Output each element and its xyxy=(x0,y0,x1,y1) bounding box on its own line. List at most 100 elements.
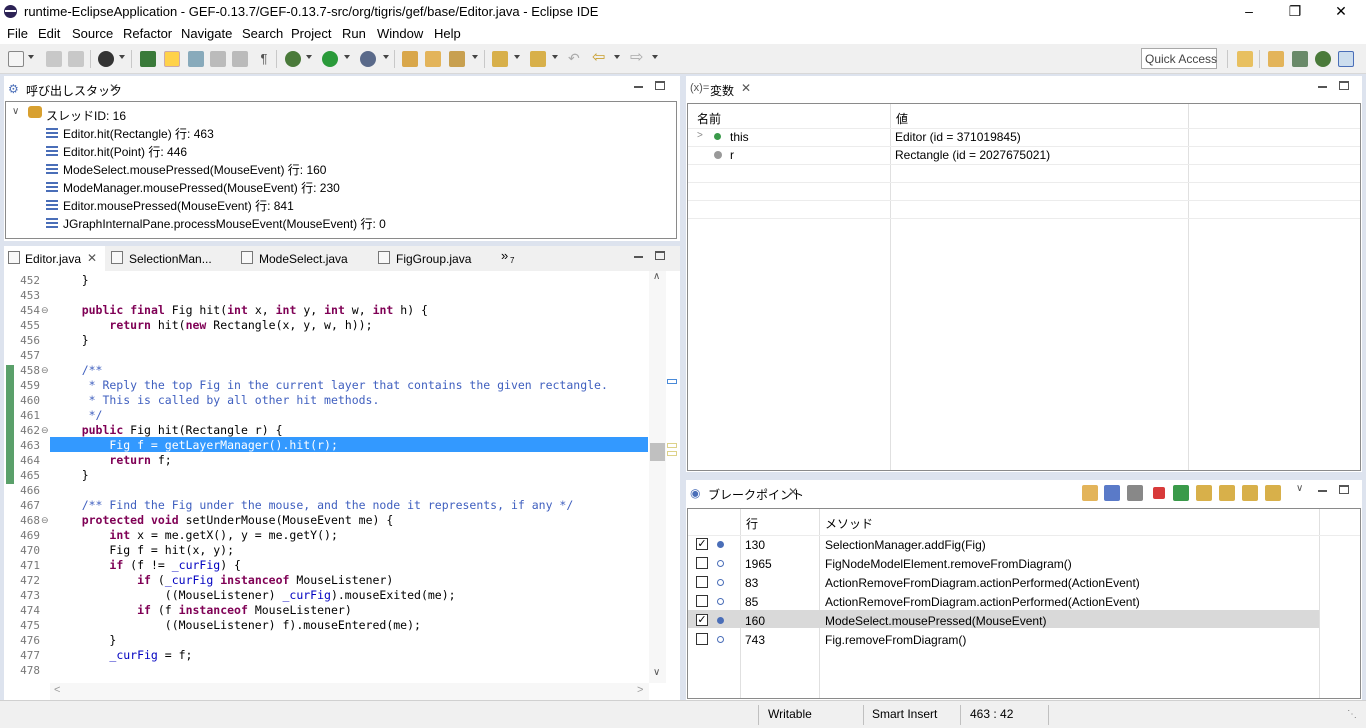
skip-breakpoints-icon[interactable] xyxy=(140,51,156,67)
drop-to-frame-icon[interactable] xyxy=(1265,485,1281,501)
code-line[interactable]: public final Fig hit(int x, int y, int w… xyxy=(54,303,428,318)
stack-frame[interactable]: Editor.mousePressed(MouseEvent) 行: 841 xyxy=(46,197,446,215)
breakpoint-row[interactable]: ✓ 160 ModeSelect.mousePressed(MouseEvent… xyxy=(688,611,1320,630)
highlight-icon[interactable] xyxy=(164,51,180,67)
code-line[interactable]: /** Find the Fig under the mouse, and th… xyxy=(54,498,574,513)
external-tools-dropdown-icon[interactable] xyxy=(383,55,389,59)
toggle-mark-icon[interactable] xyxy=(188,51,204,67)
close-icon[interactable]: ✕ xyxy=(741,81,751,95)
code-line[interactable]: Fig f = hit(x, y); xyxy=(54,543,234,558)
debug-perspective-icon[interactable] xyxy=(1315,51,1331,67)
block-select-icon[interactable] xyxy=(210,51,226,67)
breakpoint-checkbox[interactable] xyxy=(696,595,708,607)
tab-figgroup[interactable]: FigGroup.java xyxy=(374,246,494,271)
search-dropdown-icon[interactable] xyxy=(472,55,478,59)
forward-icon[interactable]: ⇨ xyxy=(630,50,646,67)
maximize-icon[interactable] xyxy=(655,251,665,260)
variables-title[interactable]: 変数 xyxy=(710,82,734,99)
column-line-header[interactable]: 行 xyxy=(746,515,758,533)
column-name-header[interactable]: 名前 xyxy=(697,110,721,128)
code-line[interactable]: return f; xyxy=(54,453,171,468)
chevron-right-icon[interactable]: > xyxy=(637,684,643,696)
chevron-down-icon[interactable]: ∨ xyxy=(653,667,660,678)
menu-search[interactable]: Search xyxy=(242,26,283,41)
save-all-icon[interactable] xyxy=(68,51,84,67)
code-text[interactable]: } public final Fig hit(int x, int y, int… xyxy=(54,273,648,683)
tab-modeselect[interactable]: ModeSelect.java xyxy=(237,246,367,271)
resume-icon[interactable] xyxy=(1173,485,1189,501)
breakpoint-checkbox[interactable] xyxy=(696,557,708,569)
callstack-title[interactable]: 呼び出しスタック xyxy=(26,82,122,99)
tab-editor-java[interactable]: Editor.java ✕ xyxy=(4,246,105,271)
overview-marker[interactable] xyxy=(667,379,677,384)
breakpoint-checkbox[interactable] xyxy=(696,633,708,645)
code-line[interactable]: _curFig = f; xyxy=(54,648,192,663)
step-into-icon[interactable] xyxy=(1196,485,1212,501)
breakpoint-checkbox[interactable] xyxy=(696,576,708,588)
overview-marker[interactable] xyxy=(667,451,677,456)
code-line[interactable]: protected void setUnderMouse(MouseEvent … xyxy=(54,513,394,528)
scroll-thumb[interactable] xyxy=(650,443,665,461)
search-icon[interactable] xyxy=(449,51,465,67)
fold-collapse-icon[interactable]: ⊖ xyxy=(41,514,49,527)
column-method-header[interactable]: メソッド xyxy=(825,515,873,533)
fold-collapse-icon[interactable]: ⊖ xyxy=(41,364,49,377)
menu-help[interactable]: Help xyxy=(434,26,461,41)
breakpoint-row[interactable]: 85 ActionRemoveFromDiagram.actionPerform… xyxy=(688,592,1320,611)
step-over-icon[interactable] xyxy=(1219,485,1235,501)
run-dropdown-icon[interactable] xyxy=(344,55,350,59)
open-task-icon[interactable] xyxy=(425,51,441,67)
step-return-icon[interactable] xyxy=(1242,485,1258,501)
breakpoint-row[interactable]: 743 Fig.removeFromDiagram() xyxy=(688,630,1320,649)
code-line[interactable]: ((MouseListener) f).mouseEntered(me); xyxy=(54,618,421,633)
new-icon[interactable] xyxy=(8,51,24,67)
close-icon[interactable]: ✕ xyxy=(1318,0,1364,24)
code-line[interactable]: /** xyxy=(54,363,103,378)
debug-dropdown-icon[interactable] xyxy=(306,55,312,59)
debug-icon[interactable] xyxy=(1127,485,1143,501)
menu-file[interactable]: File xyxy=(7,26,28,41)
code-line[interactable]: } xyxy=(54,468,89,483)
maximize-icon[interactable] xyxy=(1339,81,1349,90)
code-line[interactable]: ((MouseListener) _curFig).mouseExited(me… xyxy=(54,588,456,603)
menu-run[interactable]: Run xyxy=(342,26,366,41)
menu-window[interactable]: Window xyxy=(377,26,423,41)
menu-navigate[interactable]: Navigate xyxy=(181,26,232,41)
new-dropdown-icon[interactable] xyxy=(28,55,34,59)
tab-overflow-icon[interactable]: » xyxy=(501,248,508,263)
menu-source[interactable]: Source xyxy=(72,26,113,41)
chevron-left-icon[interactable]: < xyxy=(54,684,60,696)
account-dropdown-icon[interactable] xyxy=(119,55,125,59)
breakpoint-checkbox[interactable]: ✓ xyxy=(696,538,708,550)
breakpoint-checkbox[interactable]: ✓ xyxy=(696,614,708,626)
code-line[interactable]: } xyxy=(54,333,89,348)
minimize-icon[interactable] xyxy=(1318,86,1327,88)
chevron-up-icon[interactable]: ∧ xyxy=(653,271,660,282)
forward-dropdown-icon[interactable] xyxy=(652,55,658,59)
external-tools-icon[interactable] xyxy=(360,51,376,67)
restore-icon[interactable]: ❐ xyxy=(1272,0,1318,24)
menu-refactor[interactable]: Refactor xyxy=(123,26,172,41)
prev-annotation-icon[interactable] xyxy=(530,51,546,67)
stack-frame[interactable]: Editor.hit(Rectangle) 行: 463 xyxy=(46,125,446,143)
close-icon[interactable]: ✕ xyxy=(87,251,97,265)
maximize-icon[interactable] xyxy=(1339,485,1349,494)
next-annotation-dropdown-icon[interactable] xyxy=(514,55,520,59)
maximize-icon[interactable] xyxy=(655,81,665,90)
stack-frame[interactable]: Editor.hit(Point) 行: 446 xyxy=(46,143,446,161)
code-line[interactable]: * This is called by all other hit method… xyxy=(54,393,380,408)
stack-frame[interactable]: ModeManager.mousePressed(MouseEvent) 行: … xyxy=(46,179,446,197)
thread-label[interactable]: スレッドID: 16 xyxy=(46,107,126,125)
resource-perspective-icon[interactable] xyxy=(1268,51,1284,67)
vertical-scrollbar[interactable]: ∧ ∨ xyxy=(649,271,666,683)
terminate-icon[interactable] xyxy=(1153,487,1165,499)
chevron-down-icon[interactable]: ∨ xyxy=(12,106,19,124)
code-line[interactable]: } xyxy=(54,273,89,288)
fold-collapse-icon[interactable]: ⊖ xyxy=(41,424,49,437)
variable-row[interactable]: r Rectangle (id = 2027675021) xyxy=(688,147,1360,165)
show-whitespace-icon[interactable] xyxy=(232,51,248,67)
code-line[interactable]: if (f != _curFig) { xyxy=(54,558,241,573)
code-line[interactable]: } xyxy=(54,633,116,648)
java-perspective-icon[interactable] xyxy=(1292,51,1308,67)
open-type-icon[interactable] xyxy=(402,51,418,67)
